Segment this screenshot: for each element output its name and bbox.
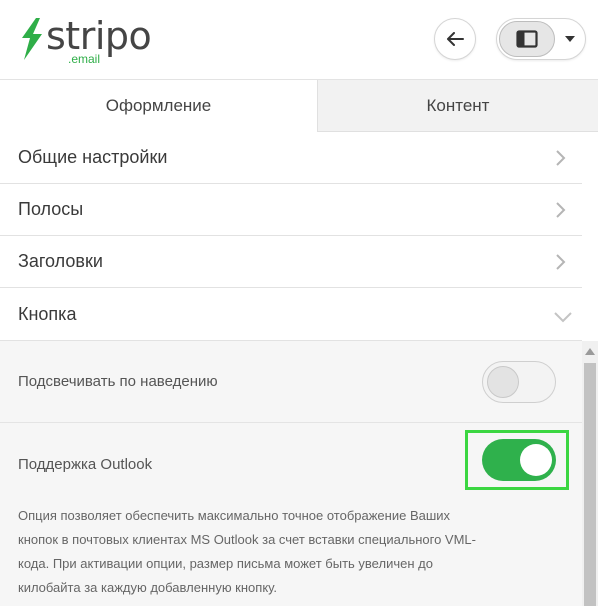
- description-line: кода. При активации опции, размер письма…: [18, 556, 433, 571]
- chevron-right-icon: [556, 150, 566, 166]
- section-label: Общие настройки: [18, 147, 168, 167]
- section-label: Заголовки: [18, 251, 103, 271]
- tab-design[interactable]: Оформление: [0, 80, 318, 132]
- panel-scrollbar[interactable]: [582, 341, 598, 606]
- view-menu-button[interactable]: [557, 21, 583, 57]
- back-button[interactable]: [434, 18, 476, 60]
- view-switcher: [496, 18, 586, 60]
- chevron-down-icon: [554, 312, 572, 323]
- view-toggle-button[interactable]: [499, 21, 555, 57]
- caret-down-icon: [565, 36, 575, 42]
- hover-highlight-row: Подсвечивать по наведению: [0, 341, 582, 423]
- chevron-right-icon: [556, 202, 566, 218]
- toggle-knob: [487, 366, 519, 398]
- scroll-up-arrow-icon[interactable]: [585, 347, 595, 355]
- section-stripes[interactable]: Полосы: [0, 184, 582, 236]
- tab-content[interactable]: Контент: [318, 80, 598, 132]
- hover-highlight-toggle[interactable]: [482, 361, 556, 403]
- outlook-support-toggle[interactable]: [482, 439, 556, 481]
- logo-wordmark: stripo: [46, 14, 152, 58]
- section-label: Полосы: [18, 199, 84, 219]
- outlook-support-label: Поддержка Outlook: [18, 455, 153, 473]
- stripo-logo-mark-icon: [22, 18, 42, 60]
- scrollbar-thumb[interactable]: [584, 363, 596, 606]
- outlook-support-row: Поддержка Outlook: [0, 424, 582, 504]
- chevron-right-icon: [556, 254, 566, 270]
- section-button[interactable]: Кнопка: [0, 289, 582, 341]
- outlook-toggle-highlight: [465, 430, 569, 490]
- panel-layout-icon: [516, 30, 538, 48]
- hover-highlight-label: Подсвечивать по наведению: [18, 373, 218, 390]
- section-headings[interactable]: Заголовки: [0, 236, 582, 288]
- panel-tabs: Оформление Контент: [0, 80, 598, 132]
- description-line: Опция позволяет обеспечить максимально т…: [18, 508, 451, 523]
- section-label: Кнопка: [18, 304, 77, 324]
- description-line: килобайта за каждую добавленную кнопку.: [18, 580, 277, 595]
- logo-subtext: .email: [68, 52, 101, 66]
- toggle-knob: [520, 444, 552, 476]
- section-general-settings[interactable]: Общие настройки: [0, 132, 582, 184]
- stripo-logo[interactable]: stripo .email: [16, 12, 156, 68]
- outlook-support-description: Опция позволяет обеспечить максимально т…: [18, 504, 558, 600]
- app-header: stripo .email: [0, 0, 598, 80]
- button-settings-panel: Подсвечивать по наведению Поддержка Outl…: [0, 341, 582, 606]
- description-line: кнопок в почтовых клиентах MS Outlook за…: [18, 532, 476, 547]
- arrow-left-icon: [447, 32, 464, 46]
